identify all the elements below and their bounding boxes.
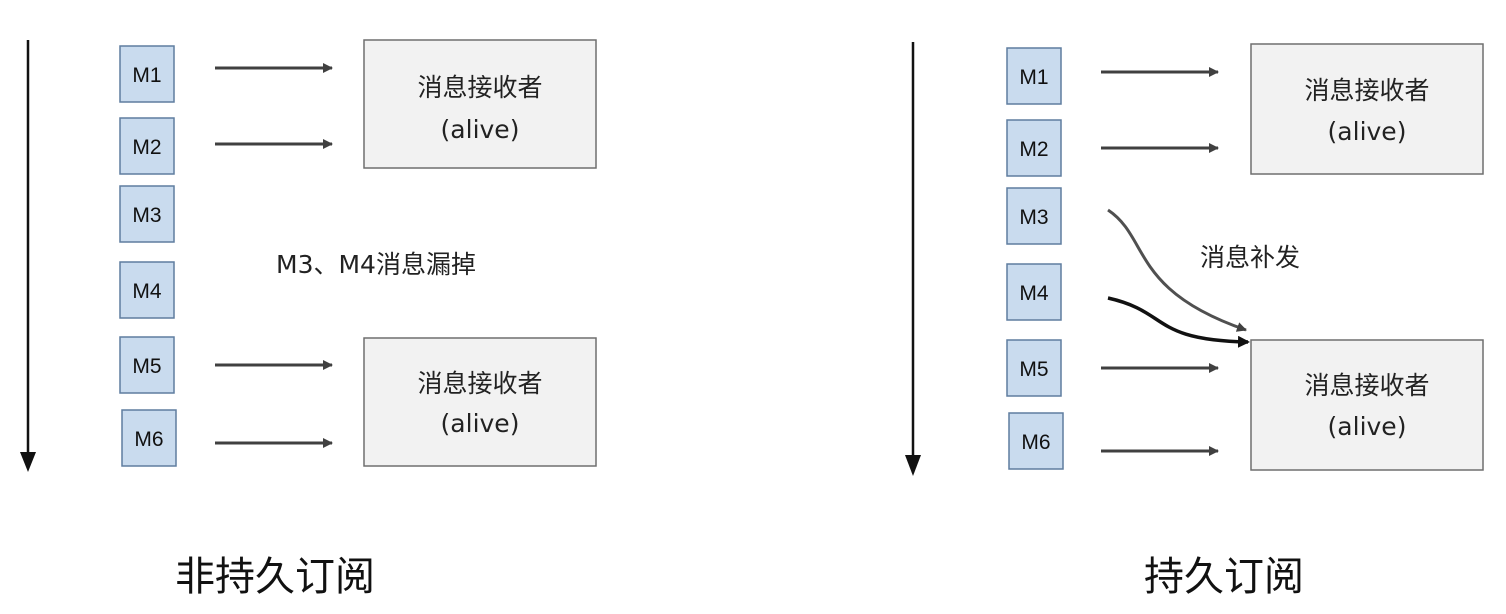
right-message-m2: M2 <box>1006 119 1062 177</box>
right-timeline-arrowhead <box>905 455 921 476</box>
left-message-m1-label: M1 <box>132 64 161 87</box>
subscription-diagram: M1 M2 M3 M4 M5 M6 消息接收者 (alive) 消息接收者 (a… <box>20 39 1484 600</box>
left-message-m6-label: M6 <box>134 428 163 451</box>
left-message-m4-label: M4 <box>132 280 161 303</box>
left-message-m5: M5 <box>119 336 175 394</box>
left-message-m4: M4 <box>119 261 175 319</box>
right-message-m3: M3 <box>1006 187 1062 245</box>
left-timeline-arrowhead <box>20 452 36 472</box>
right-message-m5: M5 <box>1006 339 1062 397</box>
right-receiver-top: 消息接收者 (alive) <box>1250 43 1484 175</box>
left-receiver-bottom: 消息接收者 (alive) <box>363 337 597 467</box>
right-resend-arrow-m4 <box>1107 296 1250 348</box>
right-receiver-top-status: (alive) <box>1328 117 1407 146</box>
right-panel: M1 M2 M3 M4 M5 M6 消息接收者 (alive) 消息接收者 (a… <box>905 42 1484 600</box>
left-receiver-top-title: 消息接收者 <box>417 73 542 102</box>
right-message-m3-label: M3 <box>1019 206 1048 229</box>
left-receiver-bottom-status: (alive) <box>441 409 520 438</box>
left-message-m1: M1 <box>119 45 175 103</box>
left-missed-note: M3、M4消息漏掉 <box>276 250 476 279</box>
right-message-m6-label: M6 <box>1021 431 1050 454</box>
left-message-m6: M6 <box>121 409 177 467</box>
right-caption: 持久订阅 <box>1144 554 1304 600</box>
left-caption: 非持久订阅 <box>175 554 375 600</box>
left-receiver-top-status: (alive) <box>441 115 520 144</box>
right-message-m1: M1 <box>1006 47 1062 105</box>
right-receiver-bottom: 消息接收者 (alive) <box>1250 339 1484 471</box>
left-receiver-bottom-title: 消息接收者 <box>417 369 542 398</box>
right-message-m2-label: M2 <box>1019 138 1048 161</box>
right-message-m4: M4 <box>1006 263 1062 321</box>
right-message-m6: M6 <box>1008 412 1064 470</box>
right-receiver-bottom-title: 消息接收者 <box>1304 371 1429 400</box>
left-panel: M1 M2 M3 M4 M5 M6 消息接收者 (alive) 消息接收者 (a… <box>20 39 597 600</box>
right-receiver-bottom-status: (alive) <box>1328 412 1407 441</box>
left-receiver-top: 消息接收者 (alive) <box>363 39 597 169</box>
right-message-m5-label: M5 <box>1019 358 1048 381</box>
right-receiver-top-title: 消息接收者 <box>1304 76 1429 105</box>
left-message-m2-label: M2 <box>132 136 161 159</box>
left-message-m5-label: M5 <box>132 355 161 378</box>
left-message-m3: M3 <box>119 185 175 243</box>
left-message-m2: M2 <box>119 117 175 175</box>
right-message-m4-label: M4 <box>1019 282 1048 305</box>
right-resend-note: 消息补发 <box>1200 243 1300 272</box>
right-message-m1-label: M1 <box>1019 66 1048 89</box>
left-message-m3-label: M3 <box>132 204 161 227</box>
